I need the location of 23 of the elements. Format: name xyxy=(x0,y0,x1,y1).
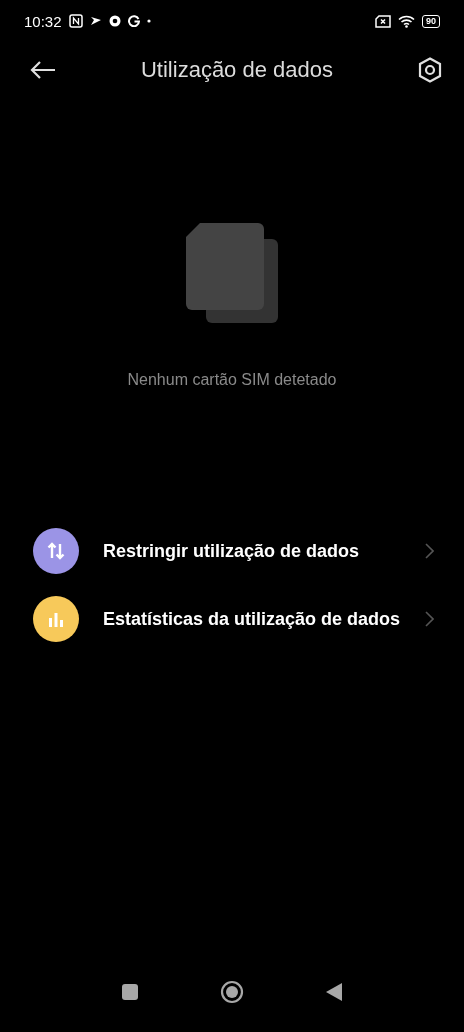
settings-item[interactable]: Estatísticas da utilização de dados xyxy=(0,595,464,643)
wifi-icon xyxy=(398,14,415,28)
status-time: 10:32 xyxy=(24,12,62,30)
settings-item[interactable]: Restringir utilização de dados xyxy=(0,527,464,575)
no-sim-icon xyxy=(375,14,391,28)
up-down-arrows-icon xyxy=(46,541,66,561)
back-button[interactable] xyxy=(30,60,56,80)
home-button[interactable] xyxy=(220,980,244,1004)
recents-button[interactable] xyxy=(120,983,139,1001)
page-title: Utilização de dados xyxy=(140,57,334,83)
notification-icon xyxy=(89,15,102,27)
dot-icon xyxy=(146,19,151,23)
no-sim-message: Nenhum cartão SIM detetado xyxy=(127,371,337,389)
battery-indicator: 90 xyxy=(422,14,440,28)
browser-icon xyxy=(108,15,121,27)
back-nav-button[interactable] xyxy=(325,982,344,1002)
chevron-right-icon xyxy=(425,611,434,627)
settings-button[interactable] xyxy=(418,57,442,83)
bar-chart-icon xyxy=(47,611,65,627)
sim-cards-icon xyxy=(186,223,278,323)
chevron-right-icon xyxy=(425,543,434,559)
nfc-icon xyxy=(68,14,83,28)
google-icon xyxy=(127,15,140,27)
